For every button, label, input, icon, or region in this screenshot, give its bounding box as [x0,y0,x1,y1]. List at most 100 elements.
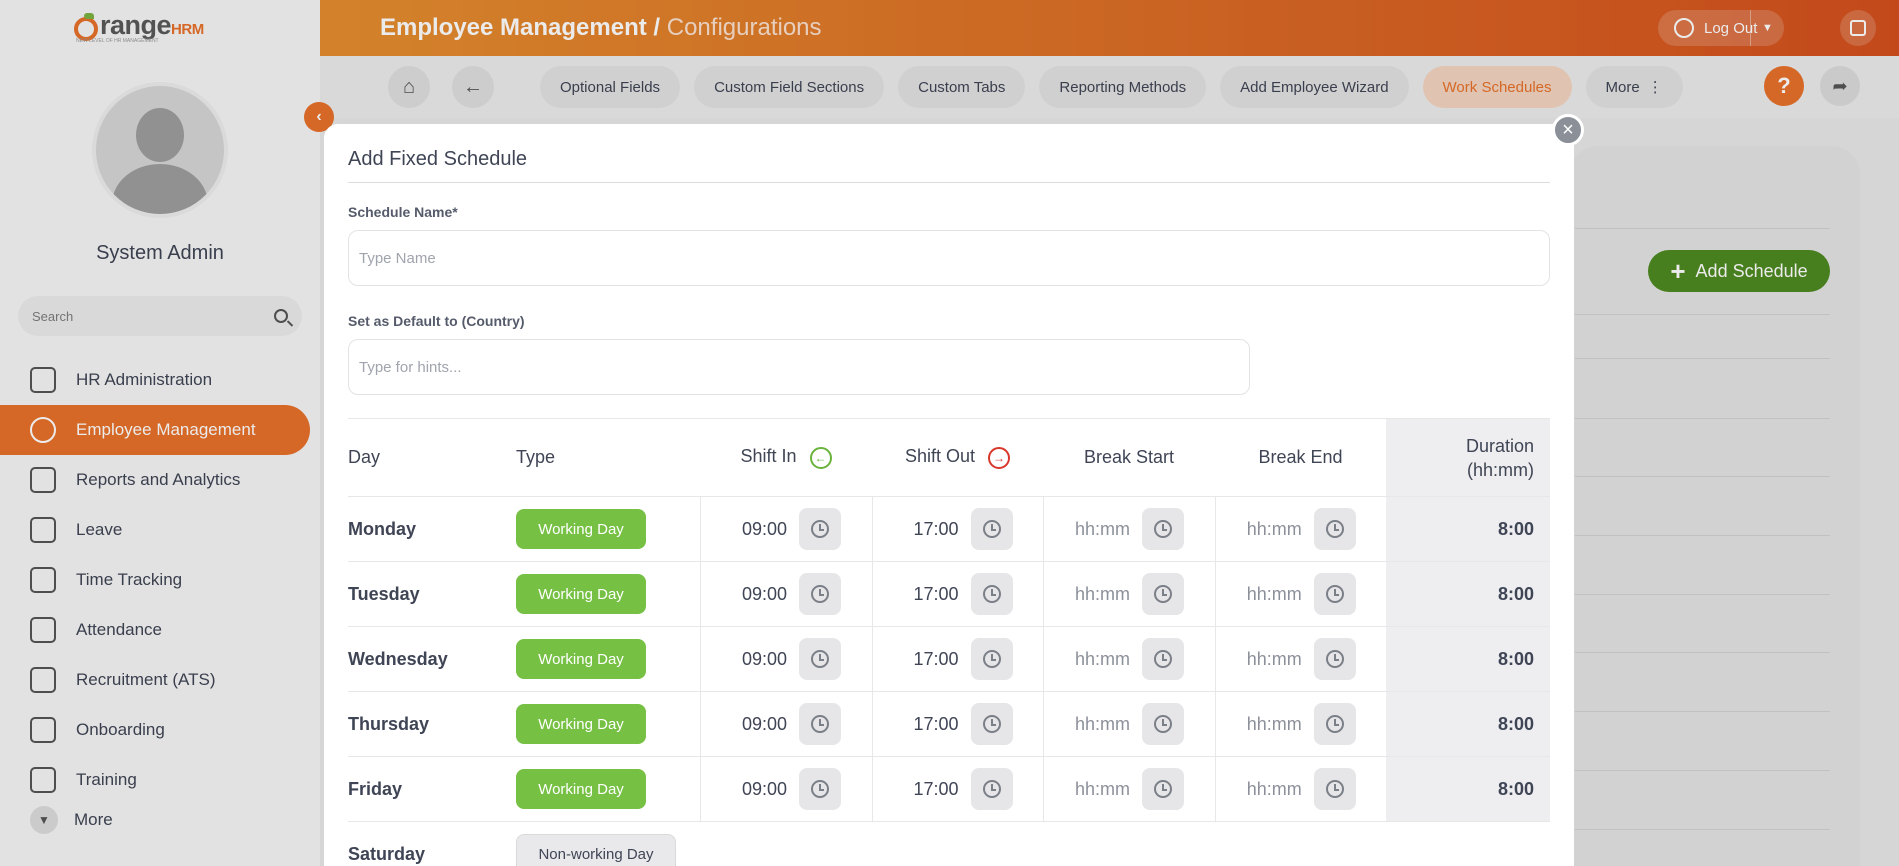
shift-in-icon: ← [809,446,832,469]
break-end-time[interactable]: hh:mm [1246,714,1302,735]
working-day-badge[interactable]: Working Day [516,574,646,614]
duration-cell: 8:00 [1386,561,1550,627]
clock-icon [1325,520,1344,538]
break-start-cell: hh:mm [1042,496,1215,562]
clock-icon [982,715,1001,733]
clock-icon [982,520,1001,538]
shift-in-time[interactable]: 09:00 [731,519,787,540]
schedule-name-label: Schedule Name* [348,204,458,220]
shift-out-cell: 17:00 [871,756,1043,822]
schedule-name-input[interactable] [348,230,1550,286]
shift-in-time[interactable]: 09:00 [731,649,787,670]
column-header-day: Day [348,418,516,497]
shift-out-clock-button[interactable] [970,703,1013,745]
clock-icon [1154,520,1172,538]
break-end-clock-button[interactable] [1313,768,1356,810]
shift-out-clock-button[interactable] [970,768,1013,810]
shift-out-time[interactable]: 17:00 [903,519,958,540]
clock-icon [811,780,829,798]
break-start-cell: hh:mm [1042,691,1215,757]
clock-icon [1154,585,1172,603]
shift-in-label: Shift In [740,446,797,467]
shift-out-time[interactable]: 17:00 [903,649,958,670]
duration-label: Duration [1465,435,1534,456]
break-start-time[interactable]: hh:mm [1074,519,1130,540]
break-end-cell: hh:mm [1214,496,1386,562]
shift-in-time[interactable]: 09:00 [731,779,787,800]
shift-in-clock-button[interactable] [799,638,841,680]
day-cell: Thursday [348,691,516,757]
shift-in-cell: 09:00 [699,756,872,822]
add-fixed-schedule-modal: Add Fixed Schedule Schedule Name* Set as… [324,124,1574,866]
break-start-time[interactable]: hh:mm [1074,649,1130,670]
duration-cell: 8:00 [1386,691,1550,757]
close-modal-button[interactable]: × [1552,114,1584,146]
clock-icon [811,520,829,538]
shift-in-time[interactable]: 09:00 [731,714,787,735]
break-end-time[interactable]: hh:mm [1246,779,1302,800]
clock-icon [1325,780,1344,798]
break-start-time[interactable]: hh:mm [1074,779,1130,800]
shift-in-clock-button[interactable] [799,703,841,745]
break-start-cell: hh:mm [1042,756,1215,822]
clock-icon [811,650,829,668]
shift-out-clock-button[interactable] [970,508,1013,550]
shift-out-time[interactable]: 17:00 [903,714,958,735]
shift-out-cell: 17:00 [871,561,1043,627]
table-row: Wednesday Working Day 09:00 17:00 hh:mm … [348,626,1550,692]
modal-title: Add Fixed Schedule [348,148,528,170]
break-end-time[interactable]: hh:mm [1246,649,1302,670]
working-day-badge[interactable]: Working Day [516,639,646,679]
default-country-input[interactable] [348,339,1250,395]
shift-in-clock-button[interactable] [799,768,841,810]
duration-cell: 8:00 [1386,496,1550,562]
shift-out-time[interactable]: 17:00 [903,584,958,605]
shift-out-time[interactable]: 17:00 [903,779,958,800]
clock-icon [811,715,829,733]
shift-in-time[interactable]: 09:00 [731,584,787,605]
working-day-badge[interactable]: Working Day [516,509,646,549]
shift-out-clock-button[interactable] [970,573,1013,615]
table-row: Monday Working Day 09:00 17:00 hh:mm hh:… [348,496,1550,562]
shift-out-clock-button[interactable] [970,638,1013,680]
break-start-clock-button[interactable] [1142,508,1184,550]
day-cell: Saturday [348,821,516,866]
non-working-day-badge[interactable]: Non-working Day [516,834,676,866]
shift-in-cell: 09:00 [699,691,872,757]
break-start-cell: hh:mm [1042,561,1215,627]
default-country-label: Set as Default to (Country) [348,313,525,329]
table-row: Thursday Working Day 09:00 17:00 hh:mm h… [348,691,1550,757]
clock-icon [982,650,1001,668]
shift-out-icon: → [988,446,1011,469]
shift-in-clock-button[interactable] [799,573,841,615]
working-day-badge[interactable]: Working Day [516,704,646,744]
break-start-clock-button[interactable] [1142,573,1184,615]
break-end-clock-button[interactable] [1313,573,1356,615]
break-end-time[interactable]: hh:mm [1246,584,1302,605]
column-header-break-end: Break End [1215,418,1386,497]
break-start-clock-button[interactable] [1142,638,1184,680]
table-header-row: Day Type Shift In ← Shift Out → Break St… [348,418,1550,497]
break-end-clock-button[interactable] [1313,508,1356,550]
shift-out-cell: 17:00 [871,496,1043,562]
shift-in-clock-button[interactable] [799,508,841,550]
break-start-clock-button[interactable] [1142,768,1184,810]
clock-icon [1154,780,1172,798]
working-day-badge[interactable]: Working Day [516,769,646,809]
clock-icon [811,585,829,603]
duration-cell: 8:00 [1386,756,1550,822]
break-start-clock-button[interactable] [1142,703,1184,745]
shift-in-cell: 09:00 [699,496,872,562]
day-cell: Wednesday [348,626,516,692]
break-end-time[interactable]: hh:mm [1246,519,1302,540]
break-start-time[interactable]: hh:mm [1074,584,1130,605]
break-end-cell: hh:mm [1214,756,1386,822]
day-cell: Friday [348,756,516,822]
column-header-duration: Duration (hh:mm) [1386,418,1550,497]
close-icon: × [1562,118,1574,141]
divider [348,182,1550,183]
break-end-clock-button[interactable] [1313,638,1356,680]
break-end-clock-button[interactable] [1313,703,1356,745]
day-cell: Tuesday [348,561,516,627]
break-start-time[interactable]: hh:mm [1074,714,1130,735]
